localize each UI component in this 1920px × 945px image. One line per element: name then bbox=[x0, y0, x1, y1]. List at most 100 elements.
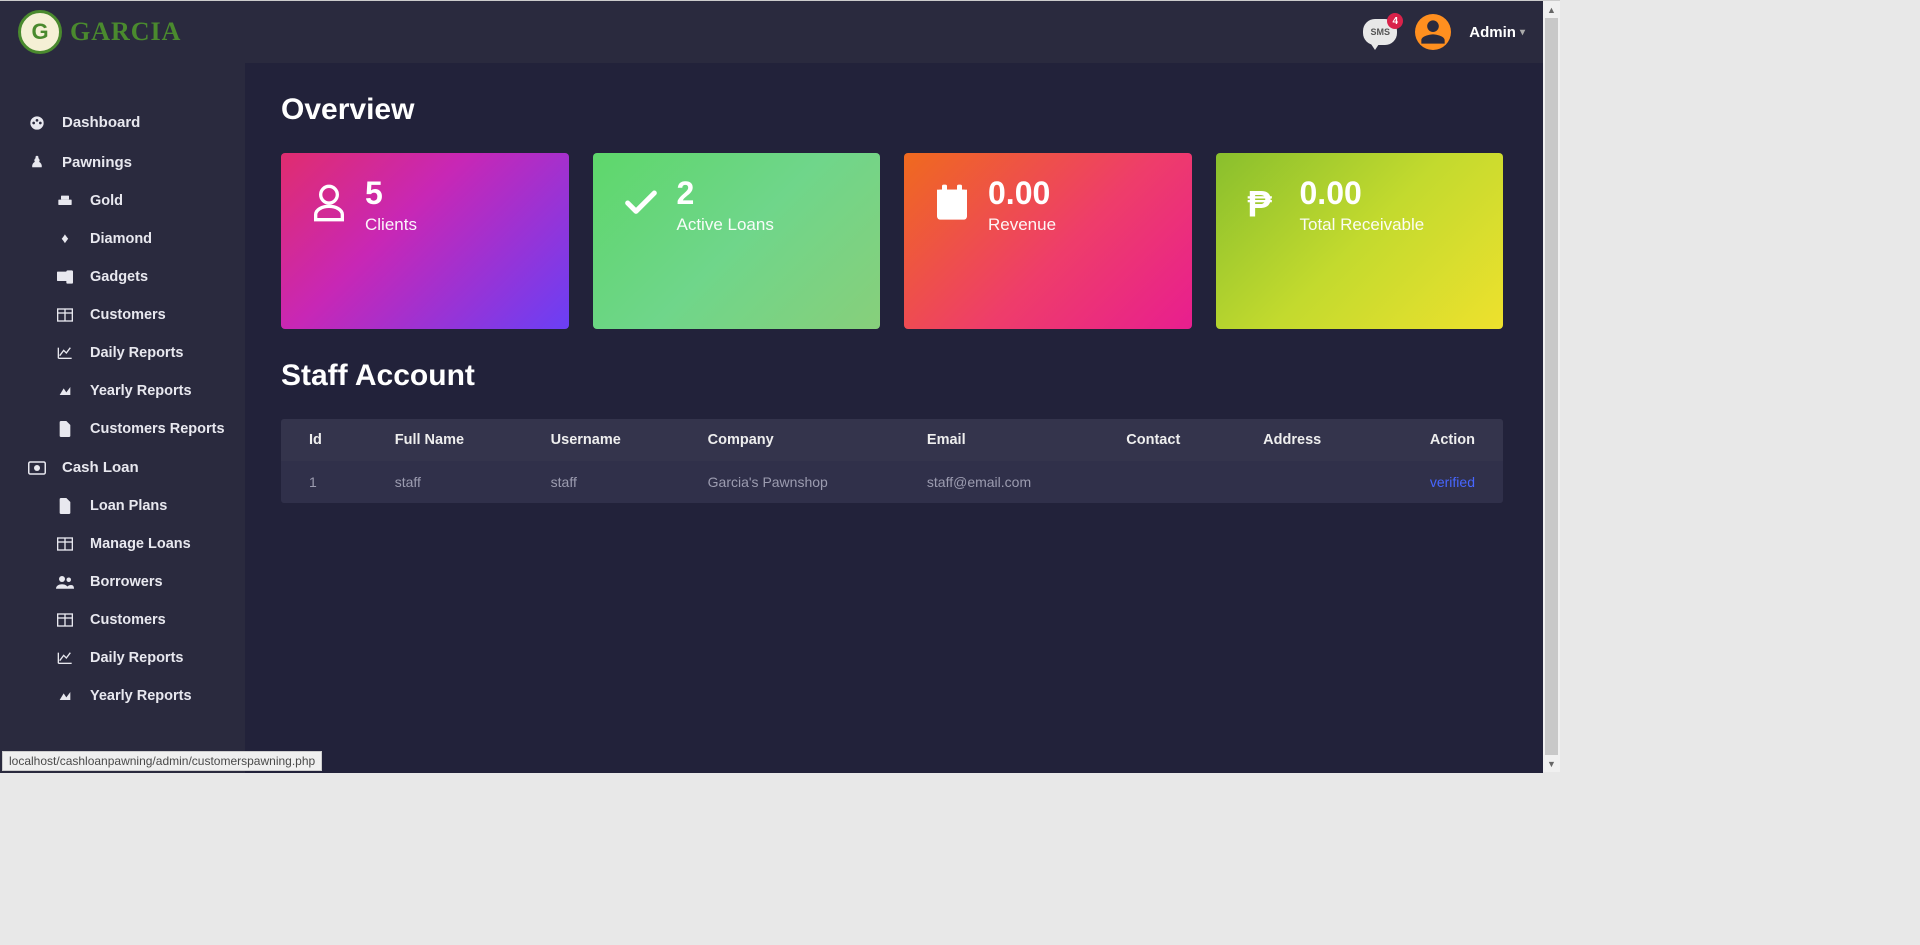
sidebar-item-manage-loans[interactable]: Manage Loans bbox=[0, 525, 245, 563]
sidebar-item-gadgets[interactable]: Gadgets bbox=[0, 258, 245, 296]
th-username: Username bbox=[523, 419, 680, 461]
th-contact: Contact bbox=[1098, 419, 1235, 461]
peso-icon: ₱ bbox=[1244, 177, 1284, 305]
sidebar-label: Daily Reports bbox=[90, 650, 183, 666]
sidebar-label: Customers bbox=[90, 612, 166, 628]
table-icon bbox=[56, 537, 74, 551]
file-icon bbox=[56, 498, 74, 514]
sidebar-item-yearly-reports[interactable]: Yearly Reports bbox=[0, 372, 245, 410]
diamond-icon: ♦ bbox=[56, 231, 74, 247]
sidebar-label: Dashboard bbox=[62, 114, 140, 131]
verified-link[interactable]: verified bbox=[1430, 474, 1475, 490]
logo-badge-icon: G bbox=[18, 10, 62, 54]
brand-name: GARCIA bbox=[70, 17, 181, 47]
card-active-loans[interactable]: 2 Active Loans bbox=[593, 153, 881, 329]
cell-fullname: staff bbox=[367, 461, 523, 503]
sidebar-label: Pawnings bbox=[62, 154, 132, 171]
cell-company: Garcia's Pawnshop bbox=[680, 461, 899, 503]
sidebar-label: Manage Loans bbox=[90, 536, 191, 552]
scroll-track[interactable] bbox=[1543, 18, 1560, 755]
sidebar-label: Gadgets bbox=[90, 269, 148, 285]
loans-label: Active Loans bbox=[677, 215, 774, 235]
avatar[interactable] bbox=[1415, 14, 1451, 50]
sidebar-item-customers-2[interactable]: Customers bbox=[0, 601, 245, 639]
th-company: Company bbox=[680, 419, 899, 461]
table-row: 1 staff staff Garcia's Pawnshop staff@em… bbox=[281, 461, 1503, 503]
sidebar-item-cash-loan[interactable]: Cash Loan bbox=[0, 448, 245, 487]
sms-badge-count: 4 bbox=[1387, 13, 1403, 29]
sidebar-label: Daily Reports bbox=[90, 345, 183, 361]
sidebar-label: Borrowers bbox=[90, 574, 163, 590]
th-id: Id bbox=[281, 419, 367, 461]
clients-label: Clients bbox=[365, 215, 417, 235]
sidebar: Dashboard ♟ Pawnings Gold ♦ Diamond Gadg… bbox=[0, 63, 245, 773]
topbar: G GARCIA SMS 4 Admin ▾ bbox=[0, 1, 1543, 63]
user-name: Admin bbox=[1469, 24, 1516, 41]
sidebar-item-daily-reports-2[interactable]: Daily Reports bbox=[0, 639, 245, 677]
cell-address bbox=[1235, 461, 1377, 503]
staff-title: Staff Account bbox=[281, 359, 1503, 393]
overview-title: Overview bbox=[281, 93, 1503, 127]
brand-logo[interactable]: G GARCIA bbox=[18, 10, 181, 54]
table-icon bbox=[56, 613, 74, 627]
main-content: Overview 5 Clients 2 Active Loans bbox=[245, 63, 1543, 773]
sidebar-label: Customers bbox=[90, 307, 166, 323]
sidebar-item-customers[interactable]: Customers bbox=[0, 296, 245, 334]
sidebar-label: Diamond bbox=[90, 231, 152, 247]
th-email: Email bbox=[899, 419, 1098, 461]
user-menu[interactable]: Admin ▾ bbox=[1469, 24, 1525, 41]
card-total-receivable[interactable]: ₱ 0.00 Total Receivable bbox=[1216, 153, 1504, 329]
document-icon bbox=[56, 421, 74, 437]
chart-area-icon bbox=[56, 384, 74, 398]
sidebar-item-borrowers[interactable]: Borrowers bbox=[0, 563, 245, 601]
table-icon bbox=[56, 308, 74, 322]
users-icon bbox=[56, 575, 74, 589]
scroll-down-arrow-icon[interactable]: ▼ bbox=[1543, 755, 1560, 772]
sidebar-item-daily-reports[interactable]: Daily Reports bbox=[0, 334, 245, 372]
scroll-thumb[interactable] bbox=[1545, 18, 1558, 755]
receivable-label: Total Receivable bbox=[1300, 215, 1425, 235]
status-bar-url: localhost/cashloanpawning/admin/customer… bbox=[2, 751, 322, 771]
sidebar-label: Cash Loan bbox=[62, 459, 139, 476]
cell-id: 1 bbox=[281, 461, 367, 503]
person-icon bbox=[309, 177, 349, 305]
gold-icon bbox=[56, 195, 74, 207]
sms-notifications[interactable]: SMS 4 bbox=[1363, 19, 1397, 45]
revenue-label: Revenue bbox=[988, 215, 1056, 235]
cell-email: staff@email.com bbox=[899, 461, 1098, 503]
scroll-up-arrow-icon[interactable]: ▲ bbox=[1543, 1, 1560, 18]
sidebar-label: Customers Reports bbox=[90, 421, 225, 437]
sidebar-label: Gold bbox=[90, 193, 123, 209]
chart-area-icon bbox=[56, 689, 74, 703]
chart-line-icon bbox=[56, 651, 74, 665]
staff-table-wrap: Id Full Name Username Company Email Cont… bbox=[281, 419, 1503, 503]
svg-text:₱: ₱ bbox=[1247, 183, 1272, 223]
dashboard-icon bbox=[28, 115, 46, 131]
card-revenue[interactable]: 0.00 Revenue bbox=[904, 153, 1192, 329]
th-address: Address bbox=[1235, 419, 1377, 461]
loans-value: 2 bbox=[677, 177, 774, 209]
sidebar-item-yearly-reports-2[interactable]: Yearly Reports bbox=[0, 677, 245, 715]
cash-icon bbox=[28, 461, 46, 475]
chart-line-icon bbox=[56, 346, 74, 360]
sidebar-item-gold[interactable]: Gold bbox=[0, 182, 245, 220]
sidebar-item-loan-plans[interactable]: Loan Plans bbox=[0, 487, 245, 525]
cell-contact bbox=[1098, 461, 1235, 503]
sidebar-item-dashboard[interactable]: Dashboard bbox=[0, 103, 245, 142]
th-action: Action bbox=[1377, 419, 1503, 461]
th-fullname: Full Name bbox=[367, 419, 523, 461]
sidebar-item-pawnings[interactable]: ♟ Pawnings bbox=[0, 142, 245, 182]
sidebar-item-customers-reports[interactable]: Customers Reports bbox=[0, 410, 245, 448]
pawn-icon: ♟ bbox=[28, 153, 46, 171]
revenue-value: 0.00 bbox=[988, 177, 1056, 209]
clients-value: 5 bbox=[365, 177, 417, 209]
gadgets-icon bbox=[56, 270, 74, 284]
calendar-icon bbox=[932, 177, 972, 305]
window-scrollbar[interactable]: ▲ ▼ bbox=[1543, 1, 1560, 772]
sidebar-label: Yearly Reports bbox=[90, 383, 192, 399]
cell-username: staff bbox=[523, 461, 680, 503]
sidebar-item-diamond[interactable]: ♦ Diamond bbox=[0, 220, 245, 258]
card-clients[interactable]: 5 Clients bbox=[281, 153, 569, 329]
receivable-value: 0.00 bbox=[1300, 177, 1425, 209]
sidebar-label: Loan Plans bbox=[90, 498, 167, 514]
